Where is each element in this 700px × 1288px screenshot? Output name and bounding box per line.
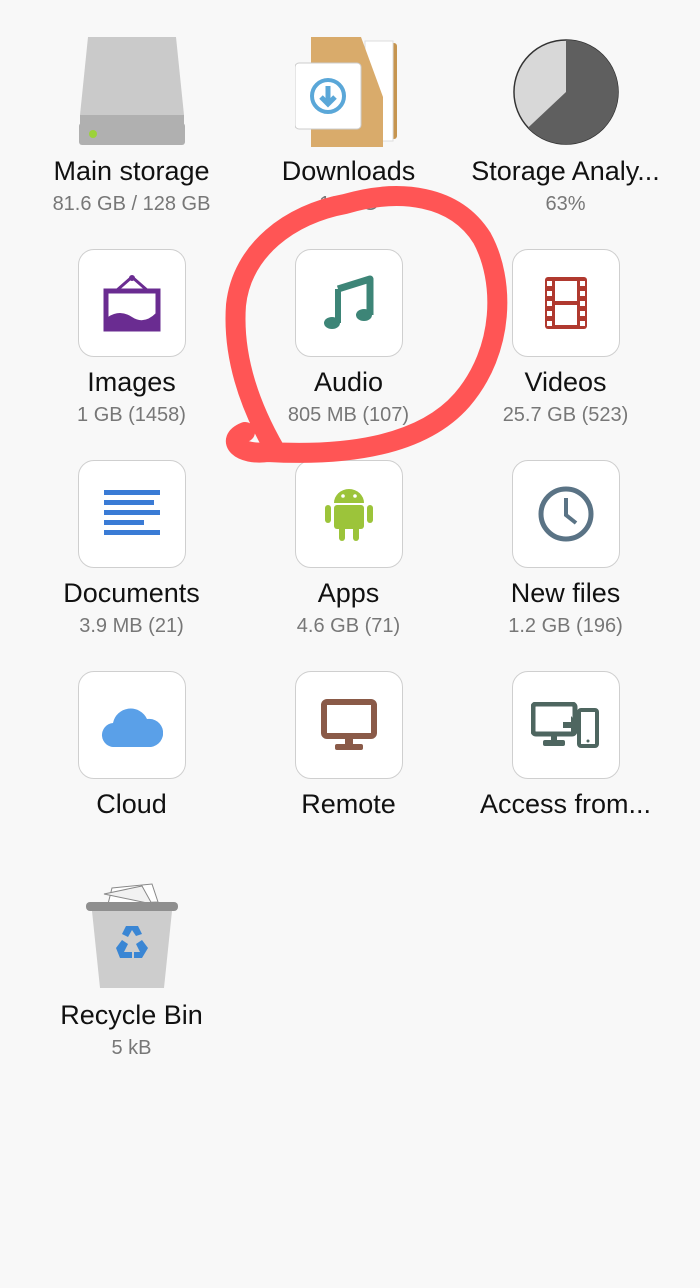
document-lines-icon [77,460,186,568]
tile-access-from-pc[interactable]: Access from... [457,671,674,882]
tile-label: New files [510,578,621,608]
tile-label: Videos [524,367,607,397]
tile-recycle-bin[interactable]: Recycle Bin 5 kB [23,882,240,1093]
tile-subtitle: 11.6 G [319,193,378,215]
tile-documents[interactable]: Documents 3.9 MB (21) [23,460,240,671]
tile-label: Main storage [53,156,210,186]
tile-images[interactable]: Images 1 GB (1458) [23,249,240,460]
tile-subtitle: 1.2 GB (196) [508,615,623,637]
film-strip-icon [511,249,620,357]
category-grid: Main storage 81.6 GB / 128 GB Downloads … [23,37,674,1093]
tile-new-files[interactable]: New files 1.2 GB (196) [457,460,674,671]
tile-downloads[interactable]: Downloads 11.6 G [240,37,457,249]
tile-label: Downloads [281,156,416,186]
tile-label: Images [87,367,176,397]
tile-subtitle: 25.7 GB (523) [502,404,629,426]
tile-label: Recycle Bin [60,1000,203,1030]
tile-audio[interactable]: Audio 805 MB (107) [240,249,457,460]
tile-label: Storage Analy... [471,156,660,186]
android-icon [294,460,403,568]
tile-subtitle: 81.6 GB / 128 GB [52,193,211,215]
music-note-icon [294,249,403,357]
tile-label: Documents [63,578,200,608]
tile-videos[interactable]: Videos 25.7 GB (523) [457,249,674,460]
tile-label: Cloud [96,789,167,819]
clock-icon [511,460,620,568]
pie-chart-icon [512,38,620,146]
downloads-folder-icon [294,37,403,147]
tile-subtitle: 1 GB (1458) [77,404,186,426]
tile-label: Apps [317,578,380,608]
tile-storage-analyzer[interactable]: Storage Analy... 63% [457,38,674,249]
tile-label: Access from... [479,789,652,819]
tile-label: Audio [313,367,384,397]
tile-subtitle: 63% [545,193,586,215]
recycle-bin-icon [78,882,186,990]
hard-drive-icon [78,37,186,146]
tile-subtitle: 805 MB (107) [287,404,410,426]
tile-subtitle: 3.9 MB (21) [79,615,184,637]
pc-to-phone-icon [511,671,620,779]
tile-cloud[interactable]: Cloud [23,671,240,882]
cloud-icon [77,671,186,779]
tile-subtitle: 5 kB [111,1037,152,1059]
monitor-icon [294,671,403,779]
tile-subtitle: 4.6 GB (71) [296,615,401,637]
tile-main-storage[interactable]: Main storage 81.6 GB / 128 GB [23,37,240,249]
tile-label: Remote [301,789,396,819]
image-frame-icon [77,249,186,357]
tile-apps[interactable]: Apps 4.6 GB (71) [240,460,457,671]
tile-remote[interactable]: Remote [240,671,457,882]
